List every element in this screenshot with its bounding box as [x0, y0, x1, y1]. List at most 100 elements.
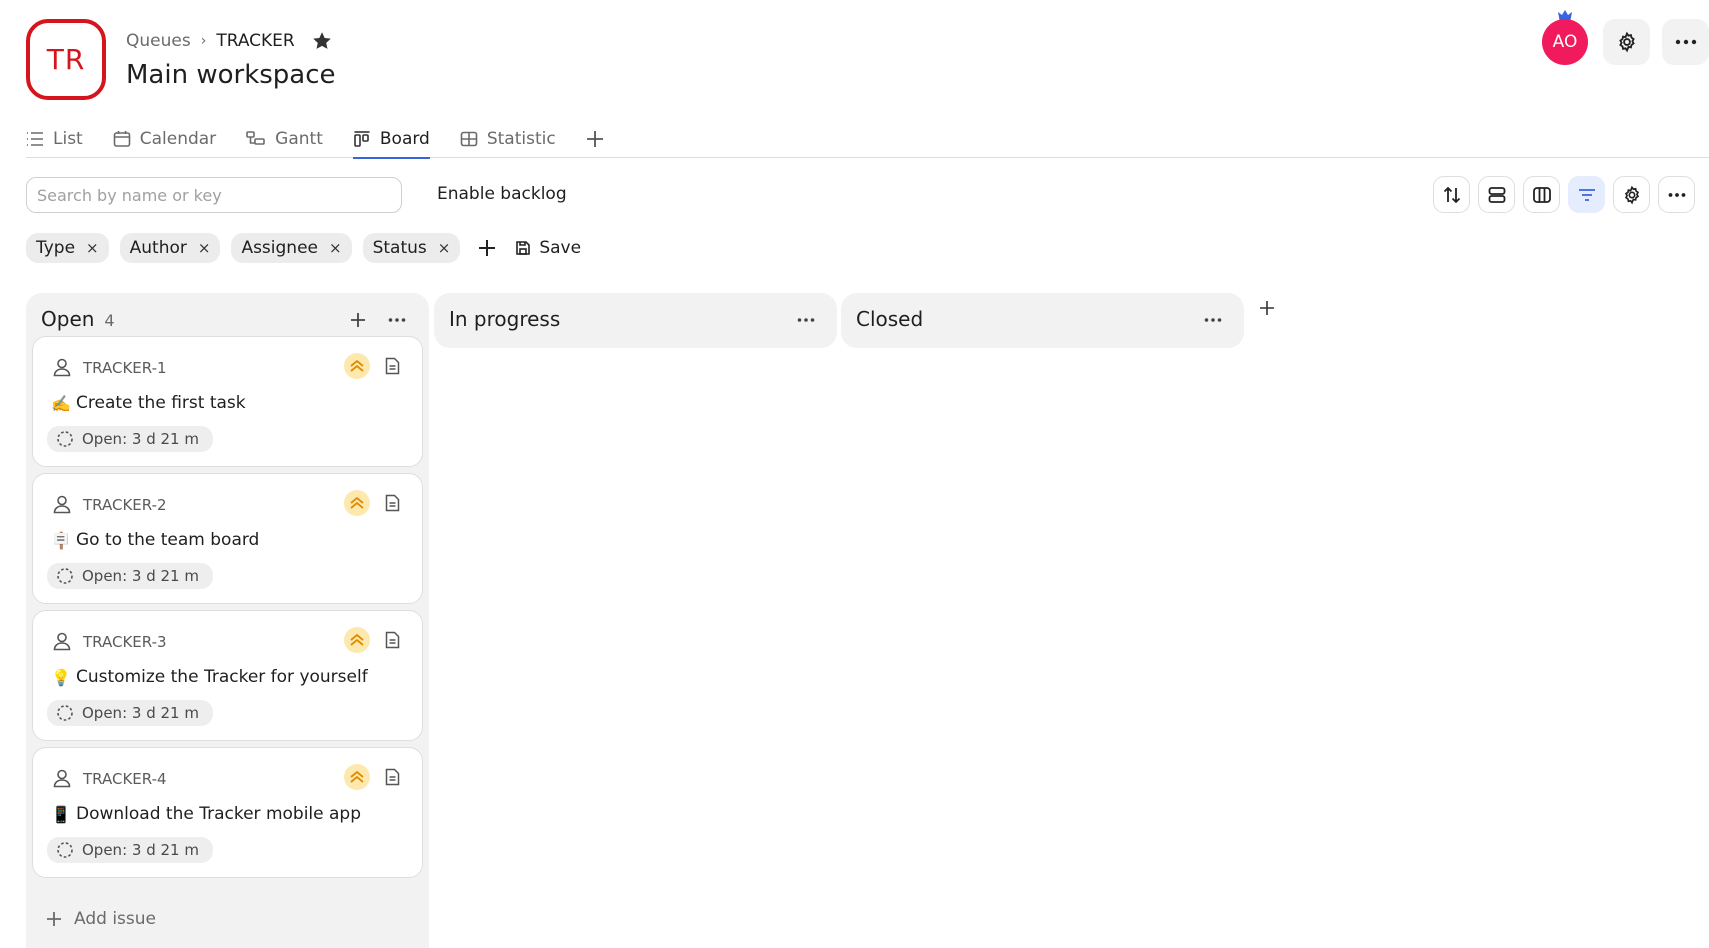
column-header: In progress	[449, 307, 560, 331]
priority-badge	[344, 627, 370, 653]
close-icon[interactable]: ×	[438, 239, 451, 257]
more-icon	[388, 318, 406, 322]
status-badge: Open: 3 d 21 m	[47, 563, 213, 589]
tab-list[interactable]: List	[26, 120, 83, 158]
issue-title[interactable]: Go to the team board	[76, 530, 259, 550]
more-icon	[1204, 318, 1222, 322]
issue-card[interactable]: TRACKER-3 💡 Customize the Tracker for yo…	[32, 610, 423, 741]
issue-key[interactable]: TRACKER-3	[83, 633, 167, 651]
plus-icon	[479, 240, 496, 256]
close-icon[interactable]: ×	[329, 239, 342, 257]
column-title: Closed	[856, 307, 924, 331]
more-button[interactable]	[1662, 19, 1709, 65]
star-icon[interactable]	[311, 30, 333, 52]
add-issue-button[interactable]: Add issue	[46, 909, 156, 929]
tab-calendar-label: Calendar	[139, 129, 217, 149]
plus-icon	[47, 912, 61, 926]
status-label: Open: 3 d 21 m	[82, 704, 199, 722]
queue-logo[interactable]: TR	[26, 19, 106, 100]
user-icon[interactable]	[52, 768, 72, 788]
priority-high-icon	[350, 359, 364, 372]
board-more-button[interactable]	[1658, 176, 1695, 213]
breadcrumb-queues[interactable]: Queues	[126, 31, 191, 51]
issue-emoji: 💡	[51, 668, 71, 687]
sort-button[interactable]	[1433, 176, 1470, 213]
tab-gantt[interactable]: Gantt	[246, 120, 323, 158]
issue-card[interactable]: TRACKER-2 🪧 Go to the team board Open: 3…	[32, 473, 423, 604]
plus-icon	[586, 131, 603, 147]
tab-board[interactable]: Board	[352, 120, 430, 159]
tab-board-label: Board	[379, 129, 430, 149]
more-icon	[1668, 192, 1685, 197]
column-title: In progress	[449, 307, 561, 331]
filter-chip-assignee[interactable]: Assignee ×	[231, 233, 352, 263]
columns-button[interactable]	[1523, 176, 1560, 213]
tab-calendar[interactable]: Calendar	[113, 120, 216, 158]
user-icon[interactable]	[52, 494, 72, 514]
swimlanes-button[interactable]	[1478, 176, 1515, 213]
priority-high-icon	[350, 496, 364, 509]
column-menu-button[interactable]	[383, 306, 411, 334]
priority-badge	[344, 764, 370, 790]
column-header: Closed	[856, 307, 923, 331]
column-add-button[interactable]	[344, 306, 372, 334]
document-icon	[385, 768, 400, 786]
status-open-icon	[57, 705, 73, 721]
issue-card[interactable]: TRACKER-1 ✍️ Create the first task Open:…	[32, 336, 423, 467]
filter-chip-status[interactable]: Status ×	[362, 233, 461, 263]
add-filter-button[interactable]	[475, 236, 499, 260]
column-menu-button[interactable]	[1199, 306, 1227, 334]
user-icon[interactable]	[52, 631, 72, 651]
status-badge: Open: 3 d 21 m	[47, 700, 213, 726]
calendar-icon	[113, 131, 131, 147]
gantt-icon	[246, 131, 265, 145]
more-icon	[797, 318, 815, 322]
issue-emoji: 🪧	[51, 531, 71, 550]
column-count: 4	[104, 311, 115, 330]
close-icon[interactable]: ×	[86, 239, 99, 257]
tab-statistic[interactable]: Statistic	[460, 120, 556, 158]
issue-key[interactable]: TRACKER-2	[83, 496, 167, 514]
search-input[interactable]	[26, 177, 402, 213]
issue-key[interactable]: TRACKER-4	[83, 770, 167, 788]
gear-icon	[1618, 31, 1635, 53]
list-icon	[27, 132, 43, 146]
enable-backlog-button[interactable]: Enable backlog	[437, 184, 567, 204]
breadcrumb-tracker[interactable]: TRACKER	[216, 31, 294, 51]
issue-title[interactable]: Create the first task	[76, 393, 246, 413]
priority-high-icon	[350, 633, 364, 646]
user-icon[interactable]	[52, 357, 72, 377]
page-title: Main workspace	[126, 60, 336, 90]
save-label: Save	[539, 238, 582, 258]
column-title: Open	[41, 307, 95, 331]
issue-key[interactable]: TRACKER-1	[83, 359, 167, 377]
plus-icon	[351, 313, 365, 327]
status-badge: Open: 3 d 21 m	[47, 837, 213, 863]
add-view-button[interactable]	[586, 120, 613, 158]
column-open: Open 4 TRACKER-1 ✍️ Create the first tas…	[26, 293, 429, 948]
tab-statistic-label: Statistic	[486, 129, 556, 149]
floppy-icon	[516, 241, 531, 255]
add-column-button[interactable]	[1256, 297, 1278, 319]
filter-chip-type[interactable]: Type ×	[26, 233, 109, 263]
avatar[interactable]: AO	[1542, 19, 1588, 65]
filter-chip-author[interactable]: Author ×	[119, 233, 221, 263]
settings-button[interactable]	[1603, 19, 1650, 65]
issue-title[interactable]: Download the Tracker mobile app	[76, 804, 361, 824]
board-settings-button[interactable]	[1613, 176, 1650, 213]
column-menu-button[interactable]	[792, 306, 820, 334]
priority-badge	[344, 490, 370, 516]
rows-icon	[1488, 186, 1505, 203]
column-in-progress: In progress	[434, 293, 837, 348]
close-icon[interactable]: ×	[198, 239, 211, 257]
issue-title[interactable]: Customize the Tracker for yourself	[76, 667, 368, 687]
document-icon	[385, 631, 400, 649]
issue-emoji: ✍️	[51, 394, 71, 413]
filter-button[interactable]	[1568, 176, 1605, 213]
document-icon	[385, 494, 400, 512]
save-filter-button[interactable]: Save	[515, 238, 581, 258]
status-label: Open: 3 d 21 m	[82, 430, 199, 448]
issue-card[interactable]: TRACKER-4 📱 Download the Tracker mobile …	[32, 747, 423, 878]
filter-chip-label: Type	[36, 238, 76, 258]
status-label: Open: 3 d 21 m	[82, 841, 199, 859]
